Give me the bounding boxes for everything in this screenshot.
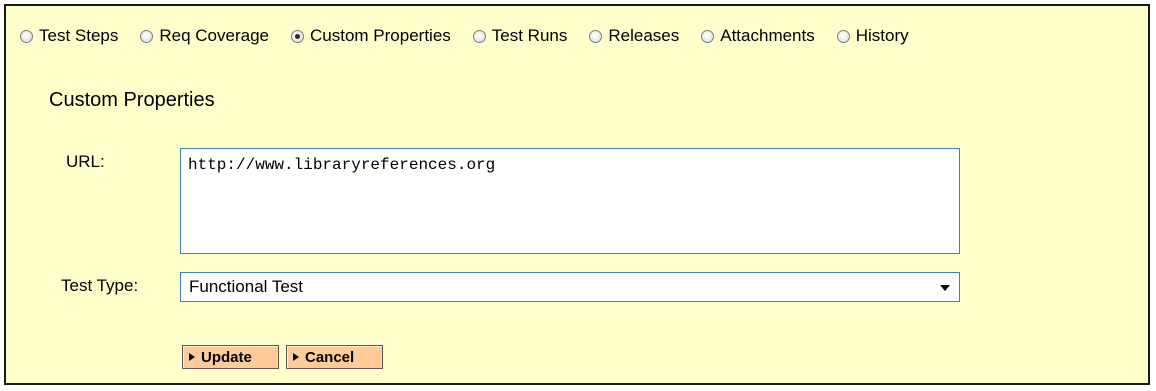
- custom-properties-panel: Test Steps Req Coverage Custom Propertie…: [4, 4, 1150, 385]
- tab-label: Test Steps: [39, 26, 119, 45]
- tab-test-runs[interactable]: Test Runs: [472, 26, 568, 46]
- tab-label: History: [855, 26, 909, 45]
- cancel-button-label: Cancel: [305, 348, 355, 366]
- play-arrow-icon: [189, 353, 195, 361]
- url-label: URL:: [66, 152, 105, 171]
- tab-history[interactable]: History: [836, 26, 909, 46]
- radio-unchecked-icon[interactable]: [140, 29, 154, 43]
- radio-checked-icon[interactable]: [291, 29, 304, 43]
- radio-unchecked-icon[interactable]: [589, 29, 603, 43]
- url-field[interactable]: http://www.libraryreferences.org: [180, 148, 960, 254]
- update-button[interactable]: Update: [182, 345, 279, 369]
- cancel-button[interactable]: Cancel: [286, 345, 383, 369]
- radio-unchecked-icon[interactable]: [20, 29, 33, 43]
- tab-label: Releases: [608, 26, 680, 45]
- radio-unchecked-icon[interactable]: [701, 29, 715, 43]
- section-title: Custom Properties: [49, 89, 215, 111]
- tab-label: Attachments: [720, 26, 815, 45]
- tab-attachments[interactable]: Attachments: [701, 26, 815, 46]
- test-type-selected-value: Functional Test: [189, 277, 304, 296]
- radio-unchecked-icon[interactable]: [836, 29, 850, 43]
- test-type-label: Test Type:: [61, 276, 139, 295]
- test-type-select[interactable]: Functional Test: [180, 272, 960, 302]
- tab-label: Custom Properties: [310, 26, 451, 45]
- tab-label: Test Runs: [491, 26, 568, 45]
- tab-custom-properties[interactable]: Custom Properties: [291, 26, 451, 46]
- radio-unchecked-icon[interactable]: [472, 29, 486, 43]
- play-arrow-icon: [293, 353, 299, 361]
- dropdown-arrow-icon[interactable]: [940, 285, 950, 291]
- update-button-label: Update: [201, 348, 252, 366]
- tab-label: Req Coverage: [159, 26, 269, 45]
- tab-bar: Test Steps Req Coverage Custom Propertie…: [20, 24, 931, 48]
- tab-req-coverage[interactable]: Req Coverage: [140, 26, 269, 46]
- tab-test-steps[interactable]: Test Steps: [20, 26, 118, 46]
- tab-releases[interactable]: Releases: [589, 26, 679, 46]
